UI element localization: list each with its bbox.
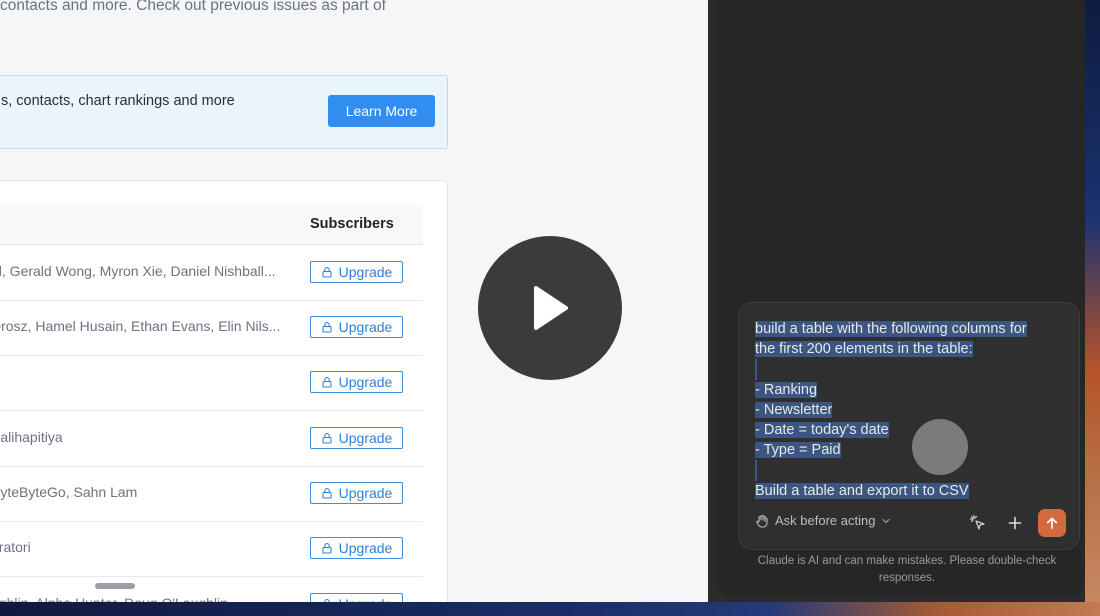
hand-icon xyxy=(756,514,768,528)
prompt-input[interactable]: build a table with the following columns… xyxy=(755,319,1055,501)
upgrade-label: Upgrade xyxy=(338,485,393,501)
ask-mode-label: Ask before acting xyxy=(775,513,876,528)
add-button[interactable] xyxy=(1001,509,1029,537)
prompt-line-text: ​ xyxy=(755,460,757,481)
prompt-line-text: - Ranking xyxy=(755,381,818,398)
pointer-sparkle-icon xyxy=(969,514,985,530)
upgrade-label: Upgrade xyxy=(338,430,393,446)
play-icon xyxy=(534,286,568,330)
prompt-line: ​ xyxy=(755,359,1055,380)
upgrade-button[interactable]: Upgrade xyxy=(310,371,403,393)
play-button[interactable] xyxy=(478,236,622,380)
learn-more-button[interactable]: Learn More xyxy=(328,95,435,127)
banner-text: s, contacts, chart rankings and more xyxy=(1,93,235,109)
ask-mode-dropdown[interactable]: Ask before acting xyxy=(755,513,891,528)
upgrade-button[interactable]: Upgrade xyxy=(310,482,403,504)
cursor-indicator xyxy=(912,419,968,475)
prompt-line-text: build a table with the following columns… xyxy=(755,321,1027,337)
arrow-up-icon xyxy=(1046,517,1058,529)
table-row[interactable]: el, Gerald Wong, Myron Xie, Daniel Nishb… xyxy=(0,245,423,301)
scroll-indicator[interactable] xyxy=(95,583,135,589)
table-header: Subscribers xyxy=(0,205,423,245)
prompt-line: build a table with the following columns… xyxy=(755,319,1055,339)
table-row[interactable]: Palihapitiya Upgrade xyxy=(0,411,423,467)
lock-icon xyxy=(322,543,332,554)
composer-toolbar: Ask before acting xyxy=(755,509,1067,537)
prompt-line: - Ranking xyxy=(755,380,1055,400)
upgrade-label: Upgrade xyxy=(338,264,393,280)
table-row[interactable]: uratori Upgrade xyxy=(0,521,423,577)
prompt-line: - Date = today's date xyxy=(755,420,1055,440)
prompt-line: the first 200 elements in the table: xyxy=(755,339,1055,359)
lock-icon xyxy=(322,267,332,278)
taskbar-strip xyxy=(0,602,1100,616)
upgrade-button[interactable]: Upgrade xyxy=(310,537,403,559)
table-row[interactable]: Drosz, Hamel Husain, Ethan Evans, Elin N… xyxy=(0,300,423,356)
upgrade-button[interactable]: Upgrade xyxy=(310,427,403,449)
chat-area: build a table with the following columns… xyxy=(717,0,1085,596)
prompt-line: - Newsletter xyxy=(755,400,1055,420)
row-authors: ByteByteGo, Sahn Lam xyxy=(0,484,138,500)
upgrade-banner: s, contacts, chart rankings and more Lea… xyxy=(0,75,448,149)
prompt-line-text: - Type = Paid xyxy=(755,442,841,459)
table-row[interactable]: ughlin, Alpha Hunter, Doug O'Laughlin Upg… xyxy=(0,577,423,602)
lock-icon xyxy=(322,377,332,388)
lock-icon xyxy=(322,488,332,499)
upgrade-button[interactable]: Upgrade xyxy=(310,593,403,602)
lock-icon xyxy=(322,322,332,333)
disclaimer-text: Claude is AI and can make mistakes. Plea… xyxy=(757,555,1057,584)
prompt-line-text: Build a table and export it to CSV xyxy=(755,482,969,499)
send-button[interactable] xyxy=(1038,509,1066,537)
prompt-line-text: ​ xyxy=(755,359,757,380)
prompt-line: ​ xyxy=(755,460,1055,481)
claude-panel: build a table with the following columns… xyxy=(708,0,1085,602)
newsletter-table: Subscribers el, Gerald Wong, Myron Xie, … xyxy=(0,180,448,602)
upgrade-label: Upgrade xyxy=(338,319,393,335)
upgrade-button[interactable]: Upgrade xyxy=(310,261,403,283)
subscribers-column-header: Subscribers xyxy=(310,216,394,232)
upgrade-button[interactable]: Upgrade xyxy=(310,316,403,338)
row-authors: Drosz, Hamel Husain, Ethan Evans, Elin N… xyxy=(0,318,281,334)
upgrade-label: Upgrade xyxy=(338,374,393,390)
plus-icon xyxy=(1008,516,1022,530)
row-authors: ughlin, Alpha Hunter, Doug O'Laughlin xyxy=(0,595,228,602)
prompt-line: - Type = Paid xyxy=(755,440,1055,460)
table-row[interactable]: ByteByteGo, Sahn Lam Upgrade xyxy=(0,466,423,522)
chevron-down-icon xyxy=(882,518,891,523)
lock-icon xyxy=(322,433,332,444)
prompt-line-text: - Date = today's date xyxy=(755,422,889,439)
prompt-line-text: the first 200 elements in the table: xyxy=(755,341,973,358)
row-authors: uratori xyxy=(0,539,31,555)
prompt-line: Build a table and export it to CSV xyxy=(755,481,1055,501)
upgrade-label: Upgrade xyxy=(338,540,393,556)
intro-text: contacts and more. Check out previous is… xyxy=(0,0,386,14)
message-composer[interactable]: build a table with the following columns… xyxy=(738,302,1080,550)
row-authors: el, Gerald Wong, Myron Xie, Daniel Nishb… xyxy=(0,263,276,279)
desktop-wallpaper xyxy=(1085,0,1100,616)
table-row[interactable]: Upgrade xyxy=(0,355,423,411)
prompt-line-text: - Newsletter xyxy=(755,401,833,418)
row-authors: Palihapitiya xyxy=(0,429,63,445)
select-element-button[interactable] xyxy=(964,509,992,537)
